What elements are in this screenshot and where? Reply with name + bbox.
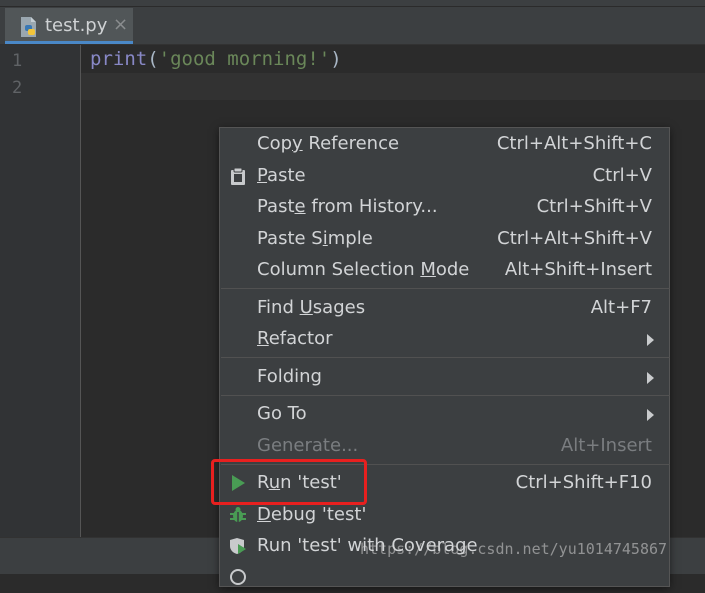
- menu-item-label: Find Usages: [257, 297, 366, 318]
- menu-item-paste-from-history[interactable]: Paste from History... Ctrl+Shift+V: [220, 192, 669, 223]
- menu-item-refactor[interactable]: Refactor: [220, 324, 669, 355]
- current-line-highlight: [81, 73, 705, 100]
- menu-item-label: Column Selection Mode: [257, 259, 470, 280]
- menu-item-shortcut: Ctrl+V: [592, 165, 652, 186]
- menu-item-label: Paste: [257, 165, 306, 186]
- menu-item-copy-reference[interactable]: Copy Reference Ctrl+Alt+Shift+C: [220, 129, 669, 160]
- close-icon[interactable]: ×: [113, 14, 128, 35]
- clipboard-icon: [231, 167, 245, 185]
- menu-item-label: Folding: [257, 366, 322, 387]
- menu-item-shortcut: Alt+Insert: [560, 435, 652, 456]
- submenu-arrow-icon: [647, 409, 654, 421]
- menu-item-shortcut: Alt+Shift+Insert: [504, 259, 652, 280]
- code-paren-open: (: [147, 48, 159, 70]
- menu-item-shortcut: Ctrl+Shift+V: [536, 196, 652, 217]
- menu-item-label: Paste Simple: [257, 228, 373, 249]
- menu-separator: [221, 395, 670, 396]
- submenu-arrow-icon: [647, 372, 654, 384]
- editor-context-menu: Copy Reference Ctrl+Alt+Shift+C Paste Ct…: [219, 127, 670, 587]
- code-line-1[interactable]: print('good morning!'): [90, 48, 342, 70]
- line-number-1: 1: [12, 51, 23, 71]
- python-file-icon: [21, 17, 36, 37]
- tab-title: test.py: [45, 15, 108, 36]
- run-highlight-box: [211, 459, 367, 505]
- code-paren-close: ): [330, 48, 342, 70]
- menu-item-column-selection-mode[interactable]: Column Selection Mode Alt+Shift+Insert: [220, 255, 669, 286]
- line-number-gutter: 1 2: [0, 45, 81, 573]
- bug-icon: [230, 507, 246, 522]
- menu-item-shortcut: Ctrl+Shift+F10: [515, 472, 652, 493]
- menu-item-go-to[interactable]: Go To: [220, 399, 669, 430]
- tab-bar-top-line: [0, 0, 705, 7]
- code-function: print: [90, 48, 148, 70]
- menu-item-label: Debug 'test': [257, 504, 367, 525]
- tab-test-py[interactable]: test.py ×: [5, 8, 133, 44]
- menu-item-folding[interactable]: Folding: [220, 362, 669, 393]
- menu-item-generate: Generate... Alt+Insert: [220, 431, 669, 462]
- menu-item-shortcut: Ctrl+Alt+Shift+C: [496, 133, 652, 154]
- menu-item-paste-simple[interactable]: Paste Simple Ctrl+Alt+Shift+V: [220, 224, 669, 255]
- menu-item-find-usages[interactable]: Find Usages Alt+F7: [220, 293, 669, 324]
- menu-item-paste[interactable]: Paste Ctrl+V: [220, 161, 669, 192]
- line-number-2: 2: [12, 78, 23, 98]
- coverage-shield-icon: [230, 538, 246, 554]
- menu-item-label: Refactor: [257, 328, 333, 349]
- menu-item-label: Paste from History...: [257, 196, 438, 217]
- menu-item-label: Generate...: [257, 435, 359, 456]
- menu-item-partial[interactable]: [220, 562, 669, 593]
- submenu-arrow-icon: [647, 334, 654, 346]
- menu-separator: [221, 288, 670, 289]
- menu-item-label: Go To: [257, 403, 307, 424]
- menu-item-shortcut: Alt+F7: [590, 297, 652, 318]
- editor-tab-bar: test.py ×: [0, 0, 705, 45]
- menu-item-label: Copy Reference: [257, 133, 400, 154]
- menu-item-shortcut: Ctrl+Alt+Shift+V: [497, 228, 652, 249]
- watermark: https://blog.csdn.net/yu1014745867: [360, 540, 668, 558]
- menu-separator: [221, 357, 670, 358]
- code-string: 'good morning!': [158, 48, 331, 70]
- profile-clock-icon: [230, 569, 246, 585]
